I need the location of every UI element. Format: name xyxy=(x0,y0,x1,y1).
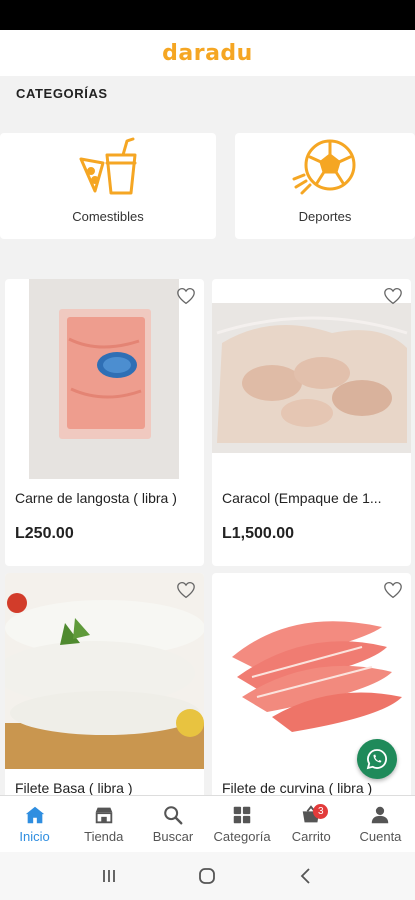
favorite-heart-icon[interactable] xyxy=(176,287,196,305)
product-name: Filete Basa ( libra ) xyxy=(15,780,133,796)
product-name: Caracol (Empaque de 1... xyxy=(222,490,382,506)
nav-label: Categoría xyxy=(213,829,271,844)
product-image-lobster xyxy=(29,279,179,479)
product-image-caracol xyxy=(212,303,411,453)
nav-label: Inicio xyxy=(19,829,50,844)
nav-categoria[interactable]: Categoría xyxy=(208,796,277,852)
cart-badge: 3 xyxy=(313,804,329,819)
favorite-heart-icon[interactable] xyxy=(383,581,403,599)
favorite-heart-icon[interactable] xyxy=(383,287,403,305)
product-card[interactable]: Carne de langosta ( libra ) L250.00 xyxy=(5,279,204,566)
search-icon xyxy=(164,806,183,825)
back-icon[interactable] xyxy=(296,866,316,886)
categories-row: Comestibles Deportes xyxy=(0,133,415,239)
store-icon xyxy=(95,807,112,824)
recent-apps-icon[interactable] xyxy=(99,866,119,886)
product-image-basa xyxy=(5,573,204,769)
app-header: daradu xyxy=(0,30,415,76)
system-navigation-bar xyxy=(0,852,415,900)
favorite-heart-icon[interactable] xyxy=(176,581,196,599)
user-icon xyxy=(372,806,389,824)
nav-carrito[interactable]: 3 Carrito xyxy=(277,796,346,852)
nav-label: Tienda xyxy=(84,829,124,844)
category-label: Comestibles xyxy=(72,209,144,224)
product-image-curvina xyxy=(212,597,411,747)
whatsapp-icon xyxy=(366,749,387,770)
product-price: L1,500.00 xyxy=(222,525,295,542)
product-price: L250.00 xyxy=(15,525,74,542)
nav-label: Carrito xyxy=(291,829,331,844)
category-card-comestibles[interactable]: Comestibles xyxy=(0,133,216,239)
nav-label: Cuenta xyxy=(359,829,402,844)
product-card[interactable]: Caracol (Empaque de 1... L1,500.00 xyxy=(212,279,411,566)
home-icon xyxy=(25,806,44,824)
category-card-deportes[interactable]: Deportes xyxy=(235,133,415,239)
nav-label: Buscar xyxy=(152,829,194,844)
nav-tienda[interactable]: Tienda xyxy=(69,796,138,852)
whatsapp-button[interactable] xyxy=(357,739,397,779)
categories-title: CATEGORÍAS xyxy=(16,86,108,101)
soccer-ball-icon xyxy=(292,139,356,195)
nav-cuenta[interactable]: Cuenta xyxy=(346,796,415,852)
app-logo[interactable]: daradu xyxy=(162,41,253,66)
food-drink-icon xyxy=(79,137,137,195)
category-label: Deportes xyxy=(298,209,352,224)
bottom-navigation: Inicio Tienda Buscar Categoría 3 Carrito… xyxy=(0,795,415,852)
nav-buscar[interactable]: Buscar xyxy=(138,796,207,852)
status-bar xyxy=(0,0,415,30)
product-name: Filete de curvina ( libra ) xyxy=(222,780,373,796)
grid-icon xyxy=(233,806,251,824)
home-circle-icon[interactable] xyxy=(197,866,217,886)
nav-inicio[interactable]: Inicio xyxy=(0,796,69,852)
product-name: Carne de langosta ( libra ) xyxy=(15,490,177,506)
product-card[interactable]: Filete Basa ( libra ) xyxy=(5,573,204,803)
